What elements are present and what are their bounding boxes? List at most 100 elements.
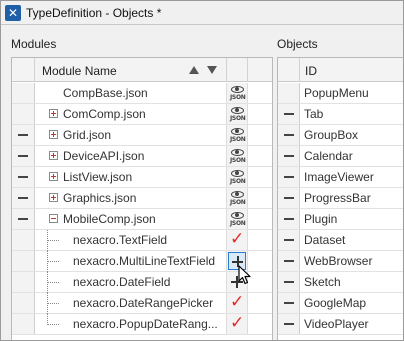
modules-grid[interactable]: Module Name CompBase.json JSON ComComp.jso… [11, 57, 273, 340]
module-row[interactable]: Graphics.json JSON [12, 188, 272, 209]
module-action-cell[interactable]: JSON [227, 209, 248, 229]
object-id-cell[interactable]: Tab [300, 104, 403, 124]
object-id-cell[interactable]: ImageViewer [300, 167, 403, 187]
module-row[interactable]: nexacro.MultiLineTextField [12, 251, 272, 272]
expand-icon[interactable] [49, 172, 58, 181]
module-row[interactable]: CompBase.json JSON [12, 83, 272, 104]
row-selector[interactable] [12, 125, 35, 145]
module-action-cell[interactable]: JSON [227, 146, 248, 166]
object-row[interactable]: GroupBox [278, 125, 403, 146]
module-name-cell[interactable]: Graphics.json [35, 188, 227, 208]
module-name-cell[interactable]: CompBase.json [35, 83, 227, 103]
object-id-cell[interactable]: PopupMenu [300, 83, 403, 103]
row-selector[interactable] [278, 209, 300, 229]
module-action-cell[interactable]: JSON [227, 125, 248, 145]
collapse-icon[interactable] [49, 214, 58, 223]
object-row[interactable]: WebBrowser [278, 251, 403, 272]
row-selector[interactable] [278, 314, 300, 334]
module-name-cell[interactable]: nexacro.DateRangePicker [35, 293, 227, 314]
row-selector[interactable] [12, 167, 35, 187]
module-name-cell[interactable]: ListView.json [35, 167, 227, 187]
module-name-cell[interactable]: MobileComp.json [35, 209, 227, 229]
sort-descending-icon[interactable] [207, 66, 217, 74]
row-selector[interactable] [12, 146, 35, 166]
json-view-icon[interactable]: JSON [230, 106, 246, 122]
object-id-cell[interactable]: ProgressBar [300, 188, 403, 208]
module-name-cell[interactable]: ComComp.json [35, 104, 227, 124]
row-selector[interactable] [12, 188, 35, 208]
object-id-cell[interactable]: VideoPlayer [300, 314, 403, 334]
object-row[interactable]: Tab [278, 104, 403, 125]
json-view-icon[interactable]: JSON [230, 148, 246, 164]
expand-icon[interactable] [49, 151, 58, 160]
module-row[interactable]: nexacro.DateField [12, 272, 272, 293]
row-selector[interactable] [278, 188, 300, 208]
row-selector[interactable] [278, 230, 300, 250]
object-id-cell[interactable]: GoogleMap [300, 293, 403, 313]
object-row[interactable]: Sketch [278, 272, 403, 293]
row-selector[interactable] [278, 83, 300, 103]
object-row[interactable]: PopupMenu [278, 83, 403, 104]
module-row[interactable]: Grid.json JSON [12, 125, 272, 146]
row-selector[interactable] [278, 293, 300, 313]
row-selector[interactable] [278, 104, 300, 124]
sort-ascending-icon[interactable] [189, 66, 199, 74]
object-row[interactable]: Plugin [278, 209, 403, 230]
row-selector[interactable] [278, 125, 300, 145]
object-id-cell[interactable]: GroupBox [300, 125, 403, 145]
module-action-cell[interactable]: JSON [227, 188, 248, 208]
row-selector[interactable] [12, 104, 35, 124]
json-view-icon[interactable]: JSON [230, 190, 246, 206]
module-name-cell[interactable]: nexacro.PopupDateRang... [35, 314, 227, 334]
module-name-cell[interactable]: Grid.json [35, 125, 227, 145]
expand-icon[interactable] [49, 130, 58, 139]
id-column-header[interactable]: ID [300, 58, 403, 82]
object-row[interactable]: ProgressBar [278, 188, 403, 209]
row-selector[interactable] [278, 146, 300, 166]
checkmark-icon[interactable]: ✓ [230, 292, 244, 312]
row-selector[interactable] [12, 230, 35, 250]
row-selector[interactable] [278, 272, 300, 292]
module-row[interactable]: DeviceAPI.json JSON [12, 146, 272, 167]
objects-grid[interactable]: ID PopupMenu Tab GroupBox Calendar ImageView… [277, 57, 403, 340]
module-row[interactable]: MobileComp.json JSON [12, 209, 272, 230]
object-row[interactable]: Dataset [278, 230, 403, 251]
module-action-cell[interactable]: JSON [227, 104, 248, 124]
module-row[interactable]: nexacro.DateRangePicker ✓ [12, 292, 272, 314]
module-action-cell[interactable]: ✓ [227, 292, 248, 313]
module-row[interactable]: nexacro.TextField ✓ [12, 229, 272, 251]
object-row[interactable]: ImageViewer [278, 167, 403, 188]
row-selector[interactable] [12, 83, 35, 103]
object-id-cell[interactable]: Dataset [300, 230, 403, 250]
module-action-cell[interactable]: ✓ [227, 229, 248, 250]
module-name-cell[interactable]: nexacro.DateField [35, 272, 227, 293]
row-selector[interactable] [278, 251, 300, 271]
object-id-cell[interactable]: WebBrowser [300, 251, 403, 271]
row-selector[interactable] [12, 293, 35, 313]
module-row[interactable]: ComComp.json JSON [12, 104, 272, 125]
row-selector[interactable] [278, 167, 300, 187]
object-id-cell[interactable]: Plugin [300, 209, 403, 229]
module-action-cell[interactable]: ✓ [227, 313, 248, 334]
module-action-cell[interactable]: JSON [227, 83, 248, 103]
json-view-icon[interactable]: JSON [230, 211, 246, 227]
row-selector[interactable] [12, 272, 35, 292]
object-row[interactable]: GoogleMap [278, 293, 403, 314]
object-id-cell[interactable]: Sketch [300, 272, 403, 292]
json-view-icon[interactable]: JSON [230, 169, 246, 185]
object-id-cell[interactable]: Calendar [300, 146, 403, 166]
row-selector[interactable] [12, 314, 35, 334]
row-selector[interactable] [12, 209, 35, 229]
row-selector[interactable] [12, 251, 35, 271]
checkmark-icon[interactable]: ✓ [230, 229, 244, 249]
expand-icon[interactable] [49, 193, 58, 202]
object-row[interactable]: VideoPlayer [278, 314, 403, 335]
expand-icon[interactable] [49, 109, 58, 118]
json-view-icon[interactable]: JSON [230, 85, 246, 101]
object-row[interactable]: Calendar [278, 146, 403, 167]
module-action-cell[interactable]: JSON [227, 167, 248, 187]
checkmark-icon[interactable]: ✓ [230, 313, 244, 333]
module-name-cell[interactable]: nexacro.MultiLineTextField [35, 251, 227, 272]
module-name-column-header[interactable]: Module Name [35, 58, 227, 82]
module-row[interactable]: nexacro.PopupDateRang... ✓ [12, 313, 272, 335]
